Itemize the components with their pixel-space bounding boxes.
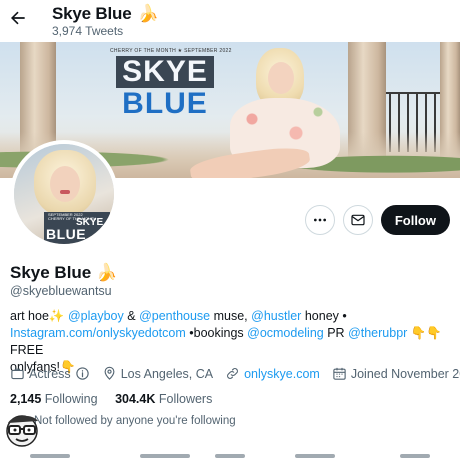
arrow-left-icon[interactable] bbox=[8, 8, 28, 28]
followed-by-text: Not followed by anyone you're following bbox=[34, 415, 236, 427]
avatar-title-2: BLUE bbox=[46, 226, 87, 242]
banner-title-line2: BLUE bbox=[122, 87, 208, 120]
followers-link[interactable]: 304.4K Followers bbox=[115, 392, 212, 406]
following-link[interactable]: 2,145 Following bbox=[10, 392, 98, 406]
meta-website: onlyskye.com bbox=[225, 366, 320, 381]
more-dots-icon bbox=[313, 218, 326, 222]
bio-text: PR bbox=[323, 326, 349, 340]
info-circle-icon[interactable] bbox=[75, 366, 90, 381]
banner-title-line1: SKYE bbox=[116, 56, 214, 88]
followers-label: Followers bbox=[158, 392, 213, 406]
profile-tabs bbox=[0, 448, 460, 460]
followers-count: 304.4K bbox=[115, 392, 156, 406]
bio-text: FREE bbox=[10, 343, 44, 357]
banana-icon: 🍌 bbox=[137, 4, 159, 23]
mention-ocmodeling[interactable]: @ocmodeling bbox=[247, 326, 324, 340]
nerd-face-overlay-icon bbox=[0, 405, 44, 449]
profile-display-name: Skye Blue bbox=[10, 263, 92, 282]
meta-location: Los Angeles, CA bbox=[102, 366, 213, 381]
banner-cover-logo: CHERRY OF THE MONTH ★ SEPTEMBER 2022 SKY… bbox=[110, 48, 232, 128]
more-button[interactable] bbox=[304, 205, 335, 235]
meta-category-text: Actress bbox=[29, 366, 71, 381]
bio-text: art hoe bbox=[10, 309, 49, 323]
banana-icon: 🍌 bbox=[96, 263, 118, 282]
location-pin-icon bbox=[104, 366, 115, 380]
mention-therubpr[interactable]: @therubpr bbox=[348, 326, 407, 340]
bio-text: & bbox=[123, 309, 140, 323]
header-name: Skye Blue bbox=[52, 4, 132, 23]
profile-actions: Follow bbox=[304, 205, 450, 235]
profile-handle: @skyebluewantsu bbox=[10, 284, 112, 298]
bio-text: •bookings bbox=[185, 326, 248, 340]
pointing-down-icon: 👇👇 bbox=[407, 326, 442, 340]
tab-replies[interactable] bbox=[140, 454, 190, 458]
header-title: Skye Blue 🍌 bbox=[52, 4, 159, 24]
profile-meta: Actress Los Angeles, CA onlyskye.com Joi… bbox=[10, 366, 460, 381]
sparkles-icon: ✨ bbox=[48, 309, 65, 323]
message-button[interactable] bbox=[342, 205, 373, 235]
tab-media[interactable] bbox=[295, 454, 335, 458]
briefcase-icon bbox=[11, 368, 24, 380]
tab-tweets[interactable] bbox=[30, 454, 70, 458]
bio-text: honey • bbox=[301, 309, 347, 323]
website-link[interactable]: onlyskye.com bbox=[244, 367, 320, 381]
link-icon bbox=[227, 368, 239, 379]
meta-category: Actress bbox=[10, 366, 90, 381]
profile-header-bar: Skye Blue 🍌 3,974 Tweets bbox=[0, 0, 460, 42]
meta-joined: Joined November 2017 bbox=[332, 366, 460, 381]
envelope-icon bbox=[351, 214, 365, 226]
mention-hustler[interactable]: @hustler bbox=[251, 309, 301, 323]
mention-penthouse[interactable]: @penthouse bbox=[139, 309, 210, 323]
bio-instagram-link[interactable]: Instagram.com/onlyskyedotcom bbox=[10, 326, 186, 340]
tab-highlights[interactable] bbox=[215, 454, 245, 458]
profile-avatar[interactable]: SEPTEMBER 2022 CHERRY OF THE MONTH SKYE … bbox=[10, 140, 118, 248]
tweet-count: 3,974 Tweets bbox=[52, 24, 124, 38]
profile-stats: 2,145 Following 304.4K Followers bbox=[10, 392, 226, 406]
tab-likes[interactable] bbox=[400, 454, 430, 458]
following-label: Following bbox=[44, 392, 98, 406]
profile-name: Skye Blue 🍌 bbox=[10, 263, 117, 283]
bio-text: muse, bbox=[210, 309, 252, 323]
calendar-icon bbox=[333, 367, 346, 380]
follow-button[interactable]: Follow bbox=[380, 205, 450, 235]
meta-location-text: Los Angeles, CA bbox=[120, 366, 214, 381]
meta-joined-text: Joined November 2017 bbox=[350, 366, 460, 381]
banner-kicker: CHERRY OF THE MONTH ★ SEPTEMBER 2022 bbox=[110, 48, 232, 54]
following-count: 2,145 bbox=[10, 392, 42, 406]
mention-playboy[interactable]: @playboy bbox=[68, 309, 124, 323]
